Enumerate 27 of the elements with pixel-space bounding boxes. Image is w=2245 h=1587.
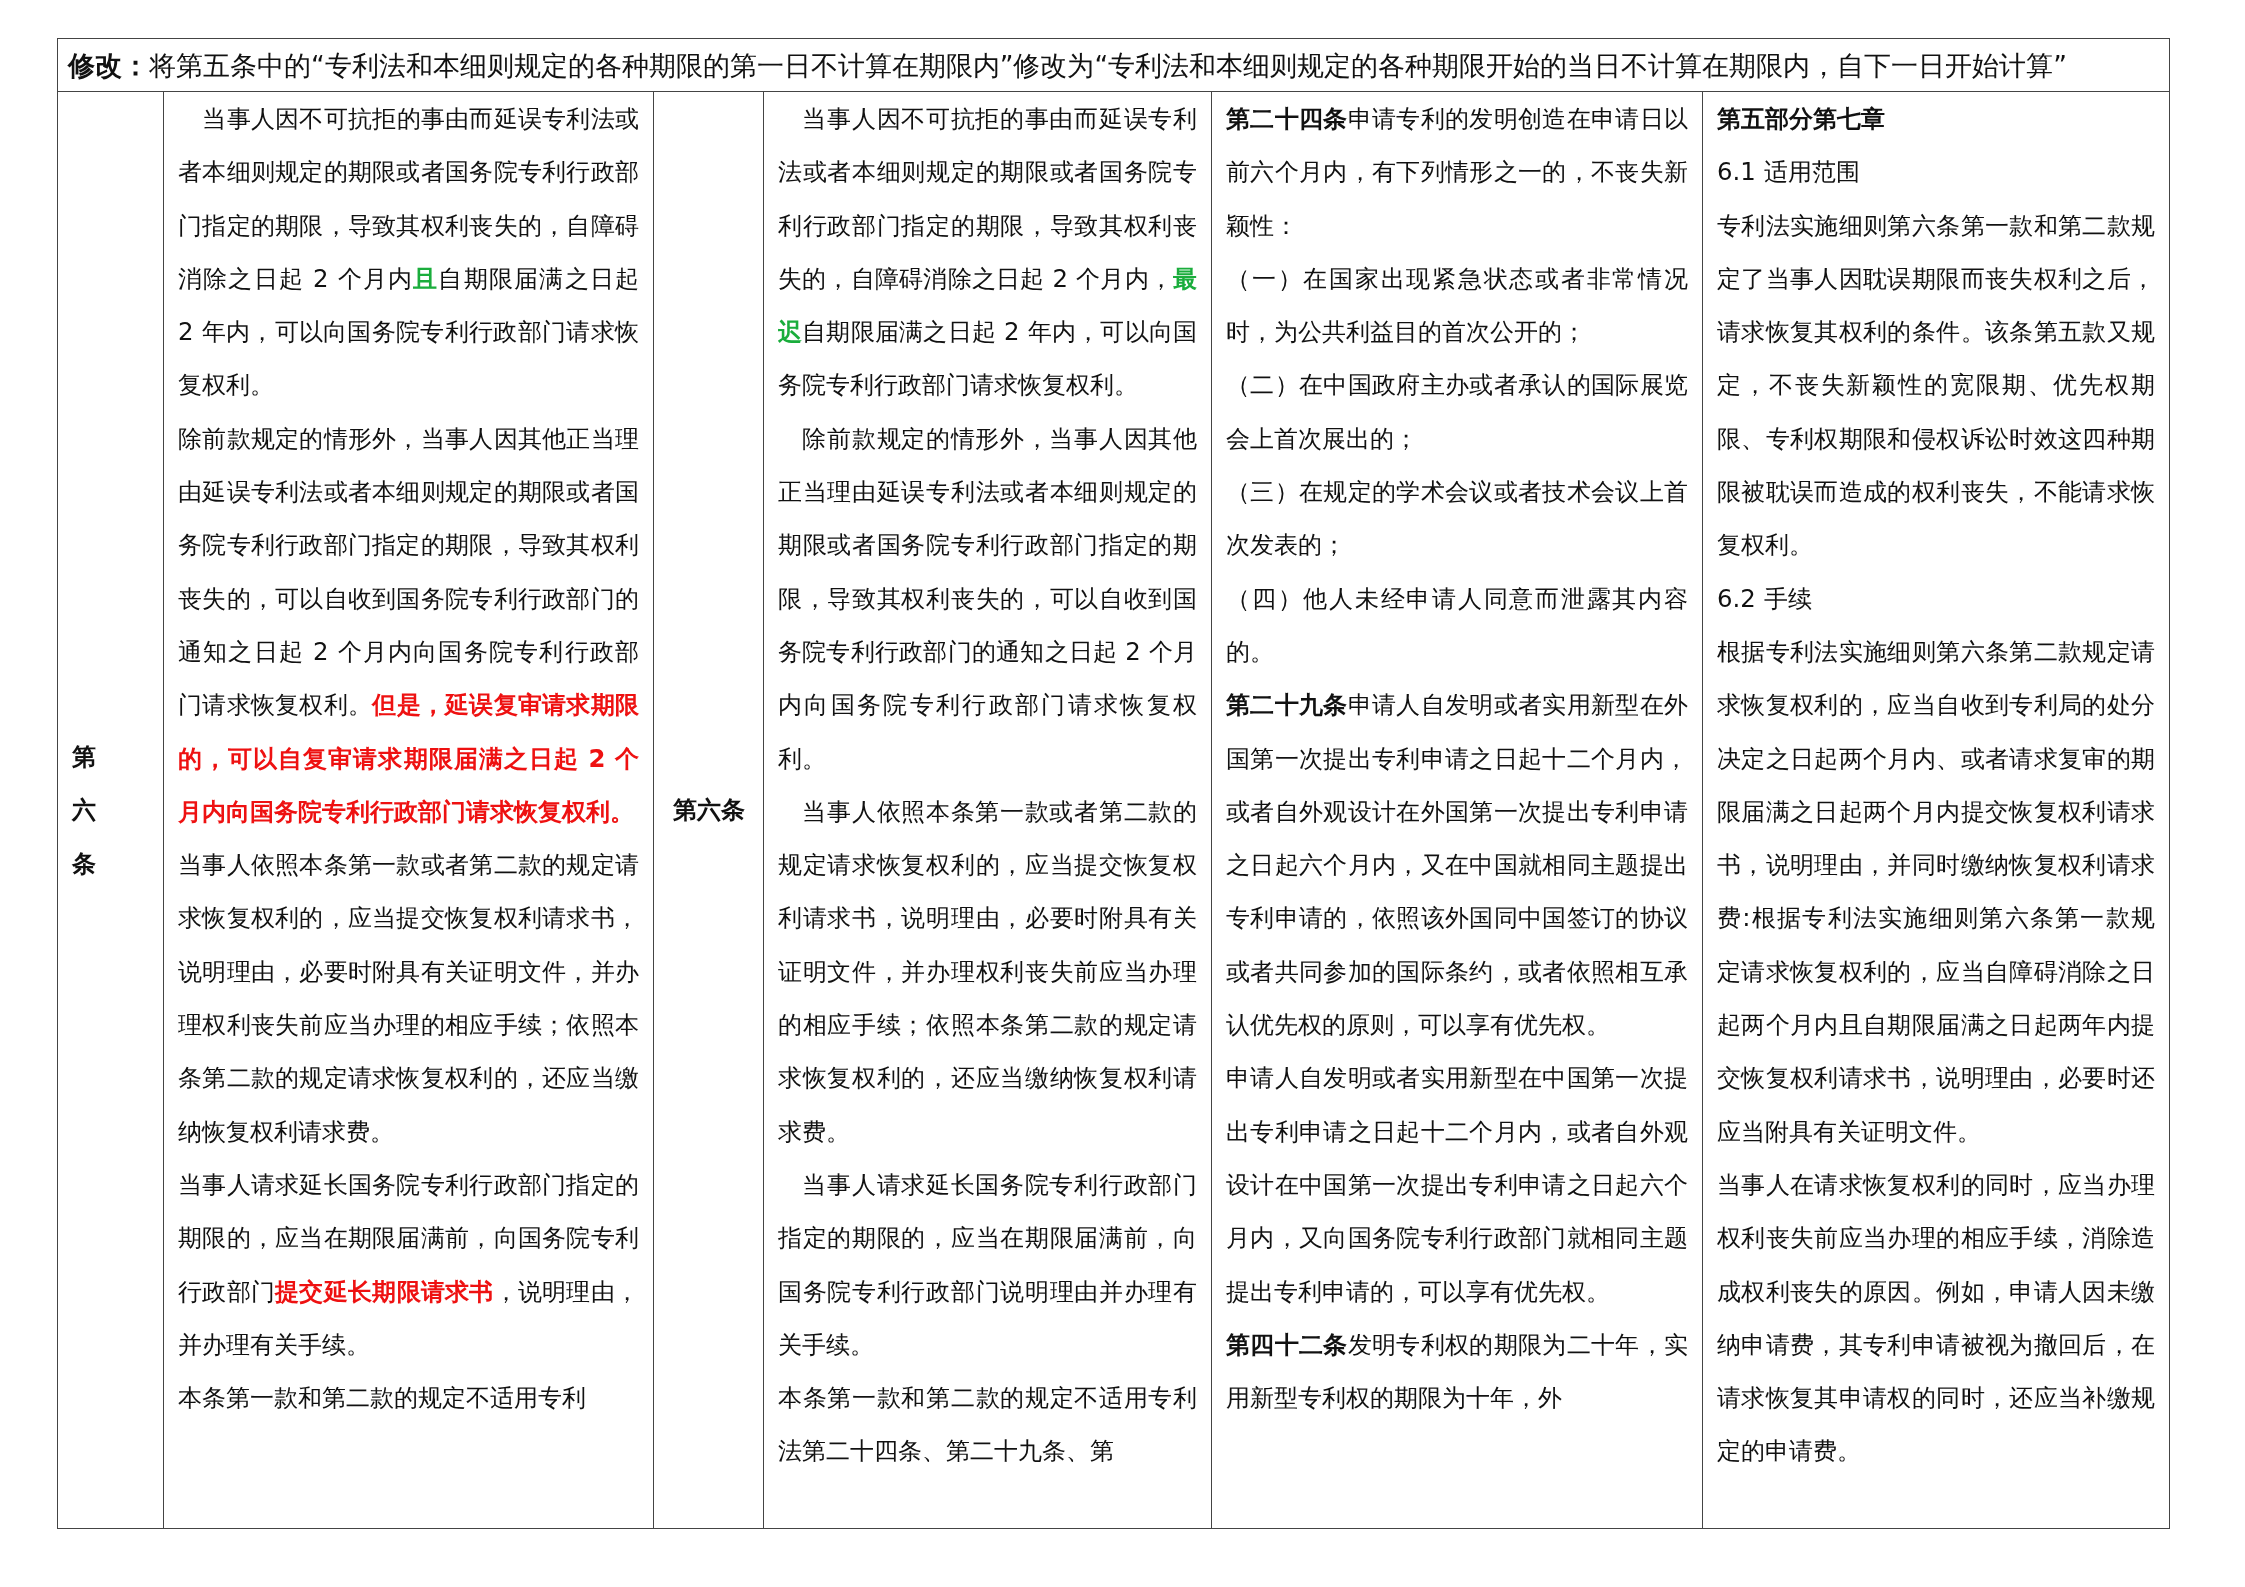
article-label: 第六条 xyxy=(72,741,119,880)
paragraph: （三）在规定的学术会议或者技术会议上首次发表的； xyxy=(1226,476,1688,562)
paragraph: （二）在中国政府主办或者承认的国际展览会上首次展出的； xyxy=(1226,369,1688,455)
paragraph: 当事人依照本条第一款或者第二款的规定请求恢复权利的，应当提交恢复权利请求书，说明理由，必要时附具有关证明文件，并办理权利丧失前应当办理的相应手续；依照本条第二款的规定请求恢复权利的，还应当缴纳恢复权利请求费。 xyxy=(178,849,639,1148)
paragraph: （一）在国家出现紧急状态或者非常情况时，为公共利益目的首次公开的； xyxy=(1226,262,1688,349)
paragraph: 申请人自发明或者实用新型在中国第一次提出专利申请之日起十二个月内，或者自外观设计在中国第一次提出专利申请之日起六个月内，又向国务院专利行政部门就相同主题提出专利申请的，可以享有优先权。 xyxy=(1226,1062,1688,1308)
paragraph: 除前款规定的情形外，当事人因其他正当理由延误专利法或者本细则规定的期限或者国务院专利行政部门指定的期限，导致其权利丧失的，可以自收到国务院专利行政部门的通知之日起 2 个月内向国务院专利行政部门请求恢复权利。 xyxy=(778,422,1197,775)
paragraph: 本条第一款和第二款的规定不适用专利 xyxy=(178,1382,587,1415)
article-label: 第六条 xyxy=(671,794,746,827)
paragraph: 第四十二条发明专利权的期限为二十年，实用新型专利权的期限为十年，外 xyxy=(1226,1328,1688,1415)
paragraph: 当事人在请求恢复权利的同时，应当办理权利丧失前应当办理的相应手续，消除造成权利丧失的原因。例如，申请人因未缴纳申请费，其专利申请被视为撤回后，在请求恢复其申请权的同时，还应当补缴规定的申请费。 xyxy=(1717,1168,2155,1468)
paragraph: 根据专利法实施细则第六条第二款规定请求恢复权利的，应当自收到专利局的处分决定之日起两个月内、或者请求复审的期限届满之日起两个月内提交恢复权利请求书，说明理由，并同时缴纳恢复权利请求费:根据专利法实施细则第六条第一款规定请求恢复权利的，应当自障碍消除之日起两个月内且自期限届满之日起两年内提交恢复权利请求书，说明理由，必要时还应当附具有关证明文件。 xyxy=(1717,635,2155,1148)
paragraph: 当事人因不可抗拒的事由而延误专利法或者本细则规定的期限或者国务院专利行政部门指定的期限，导致其权利丧失的，自障碍消除之日起 2 个月内，最迟自期限届满之日起 2 年内，可以向国务院专利行政部门请求恢复权利。 xyxy=(778,103,1197,402)
paragraph: 6.1 适用范围 xyxy=(1717,156,1861,189)
paragraph: 第二十四条申请专利的发明创造在申请日以前六个月内，有下列情形之一的，不丧失新颖性： xyxy=(1226,103,1688,242)
paragraph: 6.2 手续 xyxy=(1717,582,1813,615)
paragraph: （四）他人未经申请人同意而泄露其内容的。 xyxy=(1226,582,1688,668)
amendment-note: 修改：将第五条中的“专利法和本细则规定的各种期限的第一日不计算在期限内”修改为“专利法和本细则规定的各种期限开始的当日不计算在期限内，自下一日开始计算” xyxy=(58,39,2169,92)
paragraph: 除前款规定的情形外，当事人因其他正当理由延误专利法或者本细则规定的期限或者国务院专利行政部门指定的期限，导致其权利丧失的，可以自收到国务院专利行政部门的通知之日起 2 个月内向国务院专利行政部门请求恢复权利。但是，延误复审请求期限的，可以自复审请求期限届满之日起 2 个月内向国务院专利行政部门请求恢复权利。 xyxy=(178,422,639,828)
paragraph: 本条第一款和第二款的规定不适用专利法第二十四条、第二十九条、第 xyxy=(778,1382,1197,1468)
paragraph: 第五部分第七章 xyxy=(1717,103,1886,135)
paragraph: 当事人请求延长国务院专利行政部门指定的期限的，应当在期限届满前，向国务院专利行政部门说明理由并办理有关手续。 xyxy=(778,1168,1197,1361)
paragraph: 当事人因不可抗拒的事由而延误专利法或者本细则规定的期限或者国务院专利行政部门指定的期限，导致其权利丧失的，自障碍消除之日起 2 个月内且自期限届满之日起 2 年内，可以向国务院专利行政部门请求恢复权利。 xyxy=(178,103,639,402)
paragraph: 专利法实施细则第六条第一款和第二款规定了当事人因耽误期限而丧失权利之后，请求恢复其权利的条件。该条第五款又规定，不丧失新颖性的宽限期、优先权期限、专利权期限和侵权诉讼时效这四种期限被耽误而造成的权利丧失，不能请求恢复权利。 xyxy=(1717,209,2155,562)
paragraph: 第二十九条申请人自发明或者实用新型在外国第一次提出专利申请之日起十二个月内，或者自外观设计在外国第一次提出专利申请之日起六个月内，又在中国就相同主题提出专利申请的，依照该外国同中国签订的协议或者共同参加的国际条约，或者依照相互承认优先权的原则，可以享有优先权。 xyxy=(1226,689,1688,1042)
paragraph: 当事人请求延长国务院专利行政部门指定的期限的，应当在期限届满前，向国务院专利行政部门提交延长期限请求书，说明理由，并办理有关手续。 xyxy=(178,1168,639,1361)
paragraph: 当事人依照本条第一款或者第二款的规定请求恢复权利的，应当提交恢复权利请求书，说明理由，必要时附具有关证明文件，并办理权利丧失前应当办理的相应手续；依照本条第二款的规定请求恢复权利的，还应当缴纳恢复权利请求费。 xyxy=(778,795,1197,1148)
